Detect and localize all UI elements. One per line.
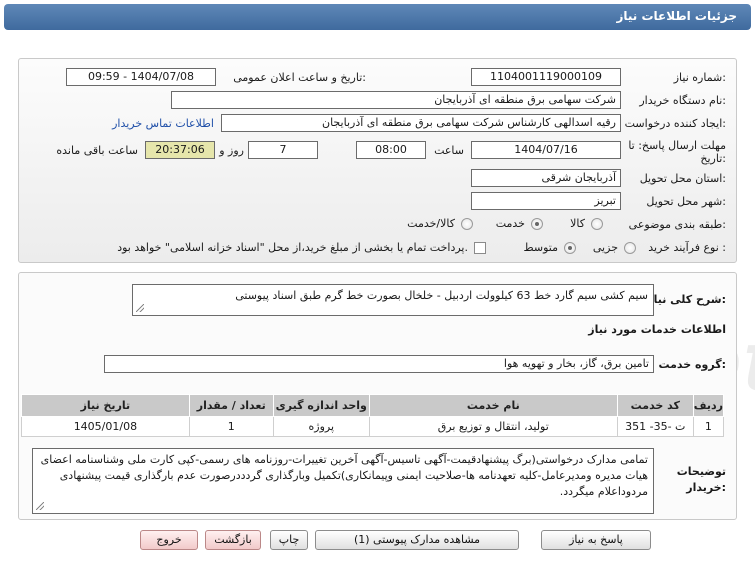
category-goods-radio[interactable] xyxy=(591,218,603,230)
service-code-cell: ت -35- 351 xyxy=(616,416,694,437)
title-bar: جزئیات اطلاعات نیاز xyxy=(4,4,751,30)
announce-field: 1404/07/08 - 09:59 xyxy=(66,68,216,86)
col-qty-header: تعداد / مقدار xyxy=(188,394,274,417)
category-goods-label: کالا xyxy=(570,217,585,230)
details-panel: شرح کلی نیاز: سیم کشی سیم گارد خط 63 کیل… xyxy=(18,272,737,520)
buyer-notes-text: تمامی مدارک درخواستی(برگ پیشنهادقیمت-آگه… xyxy=(40,453,648,498)
announce-label: تاریخ و ساعت اعلان عمومی: xyxy=(233,71,366,84)
col-code-header: کد خدمت xyxy=(616,394,694,417)
buyer-notes-label-2: خریدار: xyxy=(686,481,726,494)
table-header-row: ردیف کد خدمت نام خدمت واحد اندازه گیری ت… xyxy=(21,394,725,417)
process-minor-radio[interactable] xyxy=(624,242,636,254)
col-unit-header: واحد اندازه گیری xyxy=(272,394,370,417)
services-table: ردیف کد خدمت نام خدمت واحد اندازه گیری ت… xyxy=(21,394,725,437)
days-label: روز و xyxy=(219,144,244,157)
treasury-payment-checkbox[interactable] xyxy=(474,242,486,254)
process-medium-label: متوسط xyxy=(523,241,558,254)
service-group-label: گروه خدمت: xyxy=(658,358,726,371)
resize-grip-icon[interactable] xyxy=(36,502,44,510)
buyer-notes-label: توضیحات xyxy=(676,465,726,478)
resize-grip-icon[interactable] xyxy=(136,304,144,312)
col-date-header: تاریخ نیاز xyxy=(21,394,190,417)
quantity-cell: 1 xyxy=(188,416,274,437)
remaining-time-field: 20:37:06 xyxy=(145,141,215,159)
buyer-contact-link[interactable]: اطلاعات تماس خریدار xyxy=(112,117,214,130)
category-service-label: خدمت xyxy=(495,217,525,230)
col-row-header: ردیف xyxy=(692,394,725,417)
services-heading: اطلاعات خدمات مورد نیاز xyxy=(588,323,726,336)
process-medium-radio[interactable] xyxy=(564,242,576,254)
treasury-payment-note: پرداخت تمام یا بخشی از مبلغ خرید،از محل … xyxy=(117,241,468,254)
service-group-field: تامین برق، گاز، بخار و تهویه هوا xyxy=(104,355,654,373)
deadline-date-field: 1404/07/16 xyxy=(471,141,621,159)
category-service-radio[interactable] xyxy=(531,218,543,230)
category-goods-service-label: کالا/خدمت xyxy=(407,217,455,230)
process-label: نوع فرآیند خرید : xyxy=(648,241,726,254)
summary-label: شرح کلی نیاز: xyxy=(647,293,726,306)
province-label: استان محل تحویل: xyxy=(639,172,726,185)
need-date-cell: 1405/01/08 xyxy=(21,416,190,437)
summary-textarea[interactable]: سیم کشی سیم گارد خط 63 کیلوولت اردبیل - … xyxy=(132,284,654,316)
process-minor-label: جزیی xyxy=(592,241,618,254)
category-label: طبقه بندی موضوعی: xyxy=(628,218,726,231)
deadline-label: مهلت ارسال پاسخ: تا xyxy=(628,139,726,152)
col-name-header: نام خدمت xyxy=(368,394,618,417)
need-number-label: شماره نیاز: xyxy=(673,71,726,84)
buyer-org-field: شرکت سهامی برق منطقه ای آذربایجان xyxy=(171,91,621,109)
city-field: تبریز xyxy=(471,192,621,210)
general-info-panel: شماره نیاز: 1104001119000109 تاریخ و ساع… xyxy=(18,58,737,263)
summary-text: سیم کشی سیم گارد خط 63 کیلوولت اردبیل - … xyxy=(235,289,648,302)
creator-label: ایجاد کننده درخواست: xyxy=(624,117,726,130)
view-attachments-button[interactable]: مشاهده مدارک پیوستی (1) xyxy=(315,530,519,550)
need-number-field: 1104001119000109 xyxy=(471,68,621,86)
print-button[interactable]: چاپ xyxy=(270,530,308,550)
service-name-cell: تولید، انتقال و توزیع برق xyxy=(368,416,618,437)
exit-button[interactable]: خروج xyxy=(140,530,198,550)
table-row: 1 ت -35- 351 تولید، انتقال و توزیع برق پ… xyxy=(21,416,725,437)
reply-button[interactable]: پاسخ به نیاز xyxy=(541,530,651,550)
days-remaining-field: 7 xyxy=(248,141,318,159)
buyer-notes-textarea[interactable]: تمامی مدارک درخواستی(برگ پیشنهادقیمت-آگه… xyxy=(32,448,654,514)
deadline-hour-label: ساعت xyxy=(434,144,464,157)
page-title: جزئیات اطلاعات نیاز xyxy=(616,9,737,23)
deadline-hour-field: 08:00 xyxy=(356,141,426,159)
creator-field: رقیه اسدالهی کارشناس شرکت سهامی برق منطق… xyxy=(221,114,621,132)
province-field: آذربایجان شرقی xyxy=(471,169,621,187)
category-goods-service-radio[interactable] xyxy=(461,218,473,230)
unit-cell: پروژه xyxy=(272,416,370,437)
city-label: شهر محل تحویل: xyxy=(646,195,726,208)
remaining-time-label: ساعت باقی مانده xyxy=(56,144,138,157)
buyer-org-label: نام دستگاه خریدار: xyxy=(639,94,726,107)
deadline-label-date: تاریخ: xyxy=(700,152,726,165)
row-index-cell: 1 xyxy=(692,416,725,437)
back-button[interactable]: بازگشت xyxy=(205,530,261,550)
